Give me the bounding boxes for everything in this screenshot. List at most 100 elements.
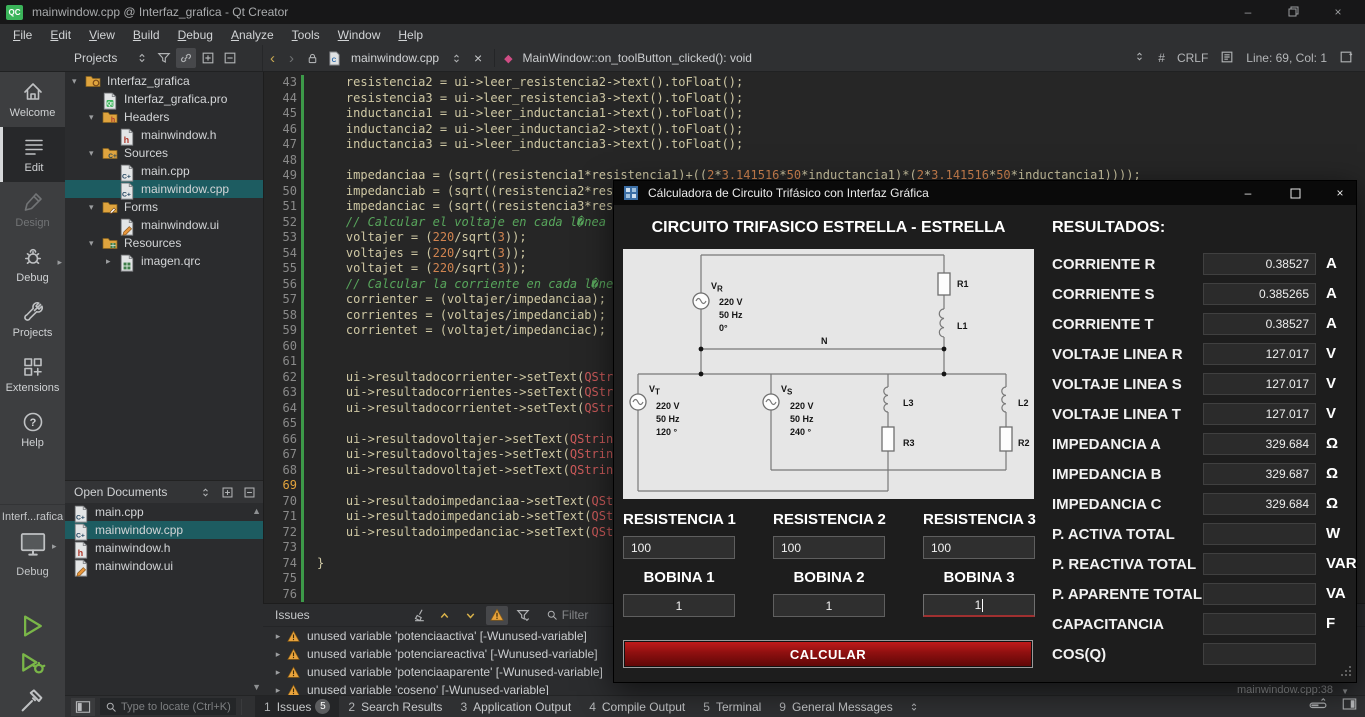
issues-filter-input[interactable]: Filter xyxy=(546,608,589,622)
tree-item-interfaz_grafica-pro[interactable]: QtInterfaz_grafica.pro xyxy=(65,90,263,108)
pane-sort-icon[interactable] xyxy=(132,48,152,68)
menu-analyze[interactable]: Analyze xyxy=(222,26,283,44)
tree-item-resources[interactable]: ▾Resources xyxy=(65,234,263,252)
dialog-resize-grip[interactable] xyxy=(1340,666,1352,678)
sidebar-mode-help[interactable]: ?Help xyxy=(0,402,65,457)
output-tab-general-messages[interactable]: 9General Messages xyxy=(770,696,901,717)
tree-item-interfaz_grafica[interactable]: ▾Interfaz_grafica xyxy=(65,72,263,90)
bobina-input[interactable]: 1 xyxy=(773,594,885,617)
result-field[interactable]: 0.38527 xyxy=(1203,313,1316,335)
toggle-left-sidebar-icon[interactable] xyxy=(71,698,95,716)
run-button[interactable] xyxy=(15,610,49,642)
filter-tree-icon[interactable] xyxy=(154,48,174,68)
issue-expander-icon[interactable]: ▸ xyxy=(271,667,285,678)
tree-item-headers[interactable]: ▾hHeaders xyxy=(65,108,263,126)
go-forward-icon[interactable]: › xyxy=(282,50,301,67)
previous-issue-icon[interactable] xyxy=(434,606,456,625)
docs-scroll-down-icon[interactable]: ▼ xyxy=(252,682,261,692)
calcular-button[interactable]: CALCULAR xyxy=(623,640,1033,668)
result-field[interactable]: 127.017 xyxy=(1203,343,1316,365)
output-tab-terminal[interactable]: 5Terminal xyxy=(694,696,770,717)
open-doc-mainwindow-ui[interactable]: mainwindow.ui xyxy=(65,557,263,575)
window-restore-button[interactable] xyxy=(1277,1,1309,22)
output-tab-application-output[interactable]: 3Application Output xyxy=(451,696,580,717)
result-field[interactable] xyxy=(1203,583,1316,605)
tree-item-mainwindow-cpp[interactable]: C+mainwindow.cpp xyxy=(65,180,263,198)
file-dropdown-arrows-icon[interactable] xyxy=(446,48,466,68)
bobina-input[interactable]: 1 xyxy=(623,594,735,617)
menu-help[interactable]: Help xyxy=(389,26,432,44)
result-field[interactable]: 127.017 xyxy=(1203,373,1316,395)
dialog-close-button[interactable]: × xyxy=(1323,181,1357,205)
tree-item-imagen-qrc[interactable]: ▸imagen.qrc xyxy=(65,252,263,270)
clean-issues-icon[interactable] xyxy=(408,606,430,625)
tree-item-mainwindow-h[interactable]: hmainwindow.h xyxy=(65,126,263,144)
menu-file[interactable]: File xyxy=(4,26,41,44)
expander-open-icon[interactable]: ▾ xyxy=(89,238,102,249)
resistencia-input[interactable]: 100 xyxy=(623,536,735,559)
split-pane-icon[interactable] xyxy=(198,48,218,68)
open-doc-main-cpp[interactable]: C+main.cpp xyxy=(65,503,263,521)
code-line-46[interactable]: 46 inductancia2 = ui->leer_inductancia2-… xyxy=(264,122,1365,138)
output-tab-issues[interactable]: 1Issues5 xyxy=(255,696,339,717)
docs-scroll-up-icon[interactable]: ▲ xyxy=(252,506,261,516)
menu-edit[interactable]: Edit xyxy=(41,26,80,44)
result-field[interactable]: 329.684 xyxy=(1203,493,1316,515)
output-tab-search-results[interactable]: 2Search Results xyxy=(339,696,451,717)
result-field[interactable] xyxy=(1203,523,1316,545)
result-field[interactable]: 127.017 xyxy=(1203,403,1316,425)
result-field[interactable] xyxy=(1203,553,1316,575)
sidebar-mode-edit[interactable]: Edit xyxy=(0,127,65,182)
result-field[interactable]: 329.687 xyxy=(1203,463,1316,485)
window-minimize-button[interactable]: – xyxy=(1232,1,1264,22)
synchronize-with-editor-icon[interactable] xyxy=(176,48,196,68)
line-ending-selector[interactable]: CRLF xyxy=(1177,51,1208,65)
resistencia-input[interactable]: 100 xyxy=(773,536,885,559)
output-tab-compile-output[interactable]: 4Compile Output xyxy=(580,696,694,717)
close-document-icon[interactable]: × xyxy=(468,48,488,68)
filter-issues-icon[interactable] xyxy=(512,606,534,625)
expander-open-icon[interactable]: ▾ xyxy=(89,202,102,213)
code-line-45[interactable]: 45 inductancia1 = ui->leer_inductancia1-… xyxy=(264,106,1365,122)
kit-selector[interactable]: Interf...rafica ▸ Debug xyxy=(0,504,65,578)
split-editor-icon[interactable] xyxy=(1339,50,1353,67)
show-warnings-toggle[interactable] xyxy=(486,606,508,625)
mode-flyout-arrow[interactable]: ▸ xyxy=(57,257,62,268)
result-field[interactable]: 329.684 xyxy=(1203,433,1316,455)
line-number-toggle[interactable]: # xyxy=(1158,51,1165,65)
result-field[interactable] xyxy=(1203,643,1316,665)
sidebar-mode-welcome[interactable]: Welcome xyxy=(0,72,65,127)
open-documents-title[interactable]: Open Documents xyxy=(74,485,167,499)
output-panes-menu-icon[interactable] xyxy=(904,697,924,717)
sidebar-mode-projects[interactable]: Projects xyxy=(0,292,65,347)
dialog-minimize-button[interactable]: – xyxy=(1231,181,1265,205)
code-line-47[interactable]: 47 inductancia3 = ui->leer_inductancia3-… xyxy=(264,137,1365,153)
tree-item-mainwindow-ui[interactable]: mainwindow.ui xyxy=(65,216,263,234)
go-back-icon[interactable]: ‹ xyxy=(263,50,282,67)
toggle-output-pane-icon[interactable] xyxy=(1342,697,1357,716)
dialog-maximize-button[interactable] xyxy=(1278,181,1312,205)
bobina-input[interactable]: 1 xyxy=(923,594,1035,617)
issue-expander-icon[interactable]: ▸ xyxy=(271,631,285,642)
build-progress-icon[interactable] xyxy=(1308,697,1328,716)
result-field[interactable]: 0.385265 xyxy=(1203,283,1316,305)
docs-sort-icon[interactable] xyxy=(195,482,215,502)
docs-split-icon[interactable] xyxy=(217,482,237,502)
open-doc-mainwindow-cpp[interactable]: C+mainwindow.cpp xyxy=(65,521,263,539)
expander-open-icon[interactable]: ▾ xyxy=(72,76,85,87)
code-line-44[interactable]: 44 resistencia3 = ui->leer_resistencia3-… xyxy=(264,91,1365,107)
symbol-dropdown[interactable]: MainWindow::on_toolButton_clicked(): voi… xyxy=(523,51,752,65)
docs-close-icon[interactable] xyxy=(239,482,259,502)
resistencia-input[interactable]: 100 xyxy=(923,536,1035,559)
menu-window[interactable]: Window xyxy=(329,26,390,44)
sidebar-mode-debug[interactable]: Debug▸ xyxy=(0,237,65,292)
next-issue-icon[interactable] xyxy=(460,606,482,625)
code-line-48[interactable]: 48 xyxy=(264,153,1365,169)
open-doc-mainwindow-h[interactable]: hmainwindow.h xyxy=(65,539,263,557)
menu-build[interactable]: Build xyxy=(124,26,169,44)
close-pane-icon[interactable] xyxy=(220,48,240,68)
expander-open-icon[interactable]: ▾ xyxy=(89,112,102,123)
sidebar-mode-extensions[interactable]: Extensions xyxy=(0,347,65,402)
issue-expander-icon[interactable]: ▸ xyxy=(271,649,285,660)
document-outline-icon[interactable] xyxy=(1220,50,1234,67)
